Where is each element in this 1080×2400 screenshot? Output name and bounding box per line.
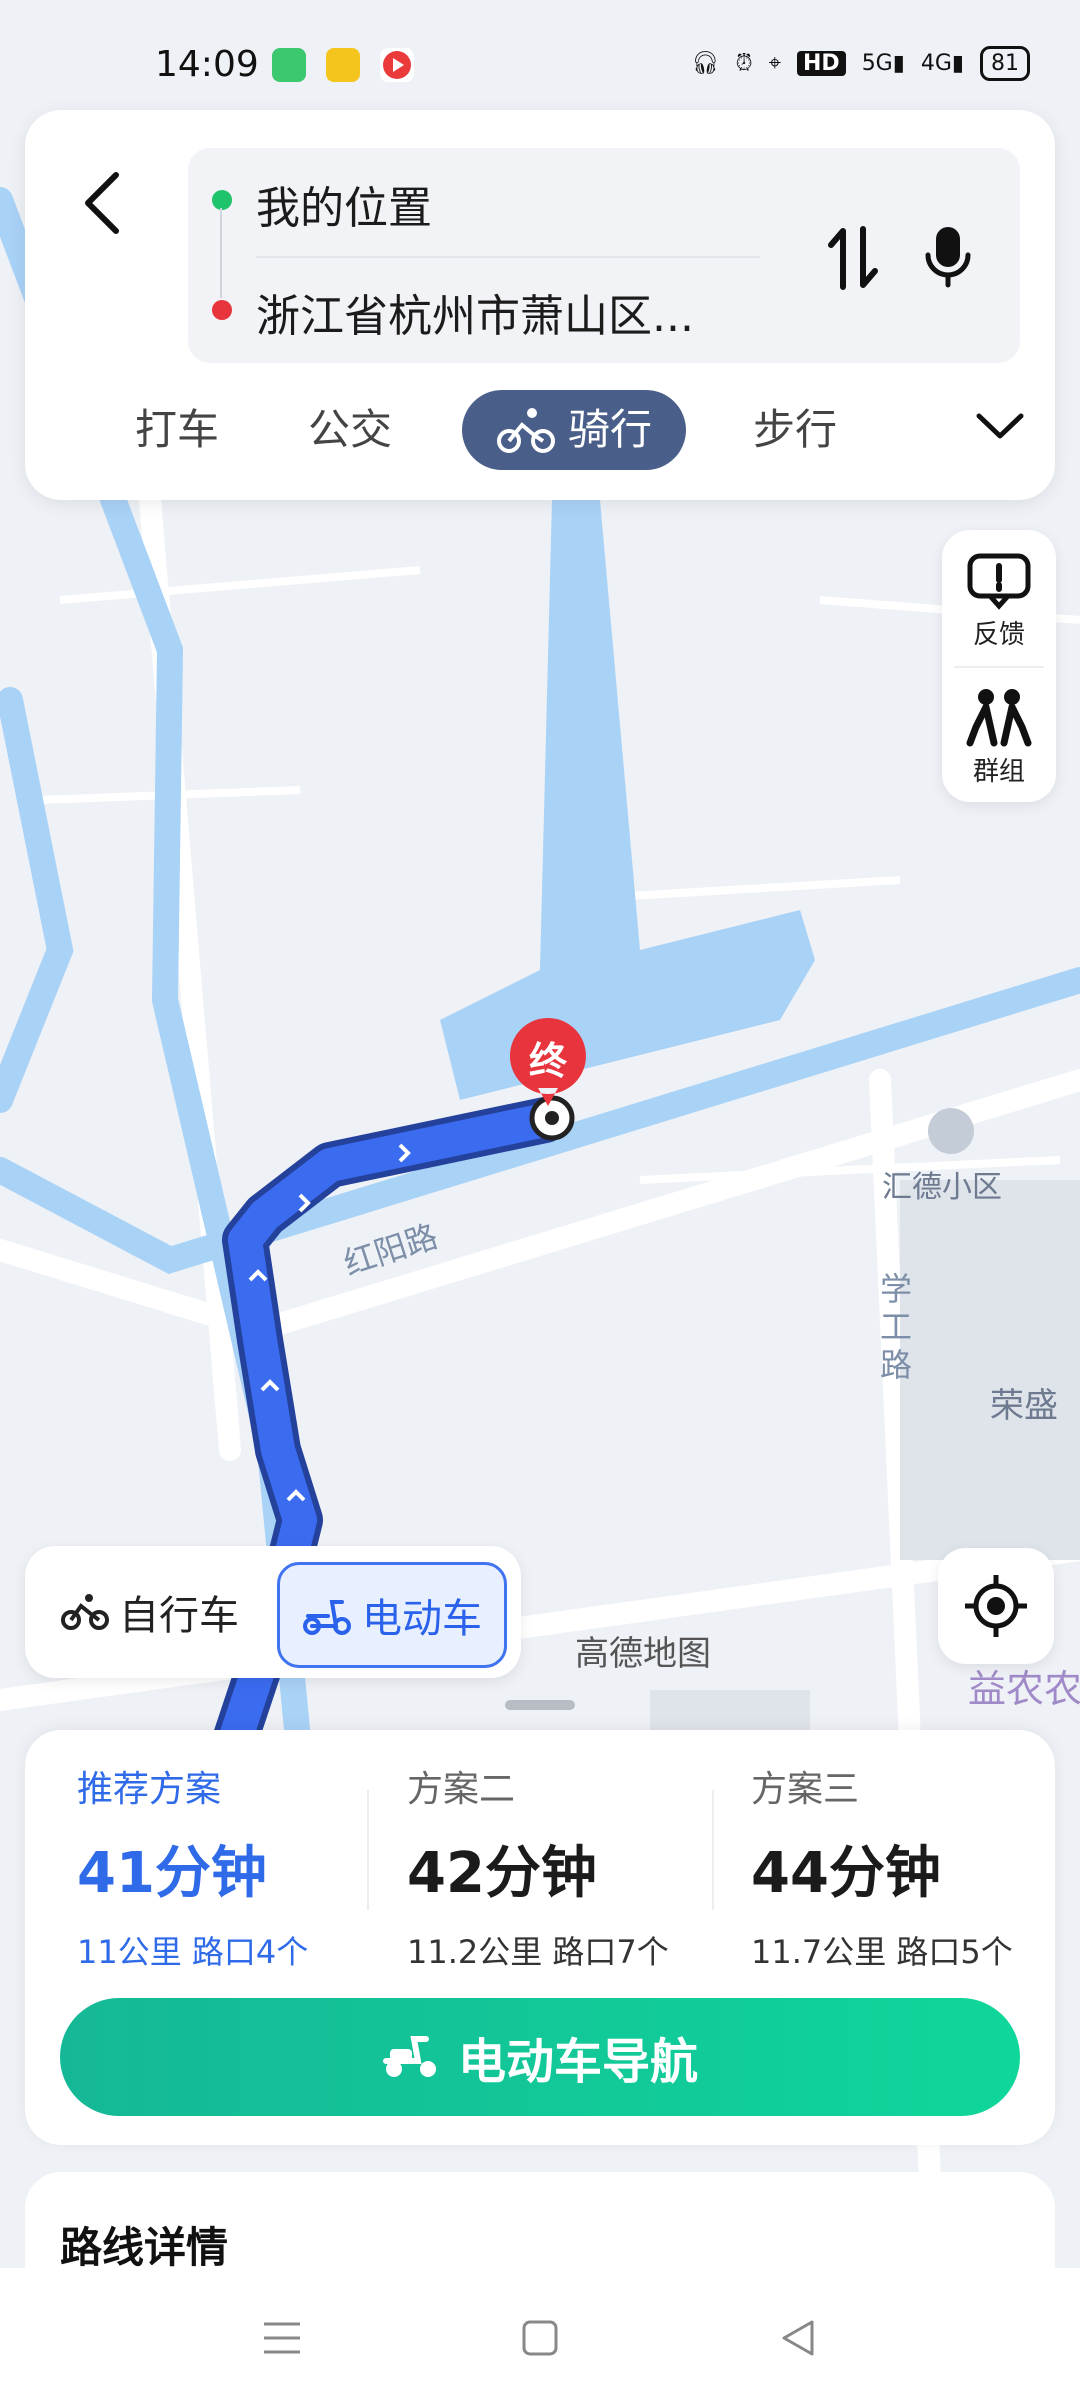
microphone-icon — [925, 227, 971, 288]
group-button[interactable]: 群组 — [942, 672, 1056, 802]
origin-dot-icon — [212, 190, 232, 210]
destination-dot-icon — [212, 300, 232, 320]
bike-option[interactable]: 自行车 — [61, 1562, 239, 1662]
start-navigation-label: 电动车导航 — [457, 2034, 698, 2090]
poi-label-huide[interactable]: 汇德小区 — [882, 1162, 1002, 1206]
plan-time: 42分钟 — [407, 1841, 597, 1906]
route-input-box: 我的位置 浙江省杭州市萧山区... — [188, 148, 1020, 363]
route-details-title: 路线详情 — [60, 2223, 229, 2272]
poi-label-yinong[interactable]: 益农农 — [968, 1658, 1080, 1713]
destination-field[interactable]: 浙江省杭州市萧山区... — [256, 280, 694, 344]
bike-option-label: 自行车 — [119, 1593, 239, 1639]
back-triangle-icon — [782, 2320, 814, 2356]
home-key[interactable] — [510, 2308, 570, 2368]
expand-modes-button[interactable] — [975, 410, 1025, 450]
side-tools: 反馈 群组 — [942, 530, 1056, 802]
end-marker: 终 — [509, 1018, 586, 1106]
headphones-icon: 🎧︎ — [691, 51, 720, 76]
signal-5g-label: 5G — [861, 51, 893, 76]
travel-mode-tabs: 打车 公交 骑行 步行 — [25, 390, 1055, 470]
tab-taxi[interactable]: 打车 — [127, 390, 227, 470]
group-icon — [966, 688, 1032, 746]
swap-icon — [828, 226, 878, 290]
feedback-button[interactable]: 反馈 — [942, 536, 1056, 666]
plan-meta: 11.2公里 路口7个 — [407, 1933, 669, 1971]
plan-three[interactable]: 方案三 44分钟 11.7公里 路口5个 — [751, 1760, 1071, 1973]
end-marker-label: 终 — [528, 1039, 567, 1083]
plan-time: 41分钟 — [77, 1841, 267, 1906]
app-notification-icon — [272, 48, 306, 82]
tab-cycling-label: 骑行 — [568, 405, 653, 454]
back-button[interactable] — [67, 158, 137, 248]
route-connector — [220, 208, 222, 298]
route-divider — [256, 256, 760, 258]
back-arrow-icon — [85, 172, 119, 234]
crosshair-icon — [965, 1575, 1027, 1637]
locate-me-button[interactable] — [938, 1548, 1054, 1664]
signal-4g-label: 4G — [920, 51, 952, 76]
location-icon: ⌖ — [768, 51, 781, 76]
poi-pin-icon — [928, 1108, 974, 1154]
start-navigation-button[interactable]: 电动车导航 — [60, 1998, 1020, 2116]
status-right-icons: 🎧︎ ⏰︎ ⌖ HD 5G▮ 4G▮ 81 — [691, 46, 1030, 81]
feedback-icon — [967, 553, 1031, 610]
side-tools-divider — [954, 666, 1044, 668]
plan-time: 44分钟 — [751, 1841, 941, 1906]
scooter-icon — [382, 2036, 436, 2077]
feedback-label: 反馈 — [972, 619, 1025, 650]
battery-indicator: 81 — [980, 46, 1030, 81]
origin-field[interactable]: 我的位置 — [256, 172, 432, 236]
route-search-card: 我的位置 浙江省杭州市萧山区... 打车 公交 骑行 步行 — [25, 110, 1055, 500]
plan-label: 方案二 — [407, 1769, 516, 1810]
chevron-down-icon — [976, 413, 1024, 439]
ebike-option[interactable]: 电动车 — [277, 1562, 507, 1668]
swap-route-button[interactable] — [818, 208, 888, 308]
alarm-icon: ⏰︎ — [735, 51, 753, 76]
plan-meta: 11.7公里 路口5个 — [751, 1933, 1013, 1971]
plan-two[interactable]: 方案二 42分钟 11.2公里 路口7个 — [407, 1760, 727, 1973]
ebike-option-label: 电动车 — [362, 1596, 482, 1642]
home-square-icon — [522, 2320, 558, 2356]
plan-label: 推荐方案 — [77, 1769, 222, 1810]
scooter-icon — [303, 1600, 351, 1635]
status-time: 14:09 — [155, 44, 259, 85]
tab-walking[interactable]: 步行 — [745, 390, 845, 470]
poi-label-rongsheng[interactable]: 荣盛 — [990, 1378, 1058, 1427]
signal-5g-icon: 5G▮ — [861, 51, 905, 76]
plan-meta: 11公里 路口4个 — [77, 1933, 309, 1971]
menu-key[interactable] — [252, 2308, 312, 2368]
bicycle-icon — [61, 1594, 109, 1630]
hd-badge: HD — [797, 51, 846, 76]
plan-divider — [712, 1790, 714, 1910]
road-label-xuegong-text: 学工路 — [880, 1270, 913, 1384]
vehicle-type-toggle: 自行车 电动车 — [25, 1546, 521, 1678]
plan-recommended[interactable]: 推荐方案 41分钟 11公里 路口4个 — [77, 1760, 397, 1973]
map-credit: 高德地图 — [575, 1634, 711, 1674]
tab-transit[interactable]: 公交 — [300, 390, 400, 470]
system-nav-bar — [0, 2268, 1080, 2400]
route-plans-sheet: 推荐方案 41分钟 11公里 路口4个 方案二 42分钟 11.2公里 路口7个… — [25, 1730, 1055, 2145]
tab-cycling[interactable]: 骑行 — [462, 390, 687, 470]
menu-icon — [264, 2322, 300, 2354]
status-bar: 14:09 🎧︎ ⏰︎ ⌖ HD 5G▮ 4G▮ 81 — [0, 0, 1080, 110]
signal-4g-icon: 4G▮ — [920, 51, 964, 76]
video-app-icon — [380, 48, 414, 82]
road-label-xuegong: 学工路 — [880, 1270, 920, 1384]
app-notification-icon — [326, 48, 360, 82]
bicycle-icon — [497, 408, 555, 453]
voice-input-button[interactable] — [913, 208, 983, 308]
plan-divider — [367, 1790, 369, 1910]
back-key[interactable] — [768, 2308, 828, 2368]
sheet-drag-handle[interactable] — [505, 1700, 575, 1710]
group-label: 群组 — [972, 756, 1025, 787]
plan-label: 方案三 — [751, 1769, 860, 1810]
